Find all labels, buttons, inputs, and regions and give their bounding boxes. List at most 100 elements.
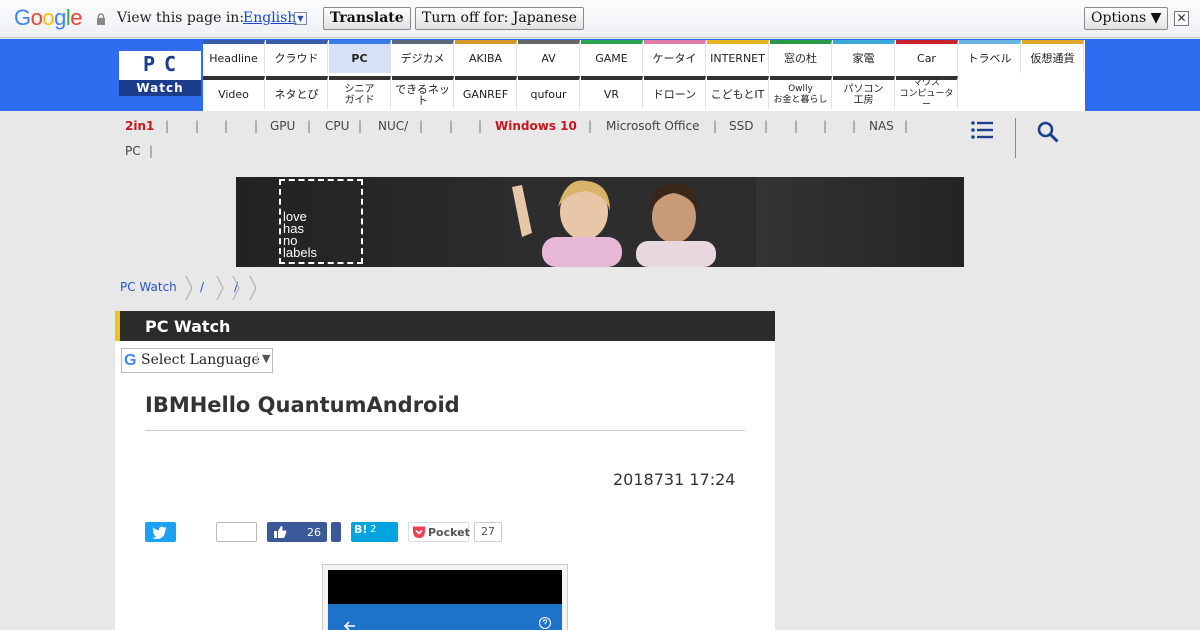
chevron-right-icon [216, 275, 224, 301]
options-button[interactable]: Options ▼ [1084, 7, 1169, 30]
tag-separator: | [165, 119, 170, 133]
view-page-label: View this page in: [117, 10, 245, 26]
site-logo[interactable]: PC Watch [119, 51, 201, 96]
google-logo-letter: o [42, 5, 55, 30]
close-icon[interactable]: ✕ [1174, 11, 1189, 26]
chevron-right-icon [232, 275, 240, 301]
language-link[interactable]: English [243, 10, 296, 26]
nav-item[interactable]: 仮想通貨 [1022, 40, 1084, 73]
nav-item-secondary[interactable]: VR [581, 76, 643, 109]
google-g-icon: G [124, 352, 137, 369]
nav-item-secondary[interactable]: こどもとIT [707, 76, 769, 109]
nav-item-secondary[interactable]: GANREF [455, 76, 517, 109]
twitter-button[interactable] [145, 522, 176, 542]
hatena-count: 2 [370, 524, 377, 535]
tag-separator: | [358, 119, 363, 133]
tag-separator: | [823, 119, 828, 133]
nav-item-secondary[interactable]: マウス コンピューター [896, 76, 958, 110]
tag-separator: | [478, 119, 483, 133]
nav-item[interactable]: 家電 [833, 40, 895, 73]
tag-link[interactable]: 2in1 [125, 119, 154, 133]
facebook-count: 26 [307, 526, 321, 539]
help-icon [538, 616, 552, 630]
nav-item[interactable]: AKIBA [455, 40, 517, 73]
nav-item[interactable]: INTERNET [707, 40, 769, 73]
pocket-count: 27 [474, 522, 502, 542]
header-divider [1015, 118, 1016, 158]
chevron-right-icon [249, 275, 257, 301]
search-icon[interactable] [1037, 121, 1059, 143]
tag-link[interactable]: NUC/ [378, 119, 408, 133]
phone-app-bar [328, 604, 562, 630]
translate-bar: Google View this page in: English ▼ Tran… [0, 0, 1200, 38]
nav-item-secondary[interactable]: Owlly お金と暮らし [770, 76, 832, 109]
nav-item-secondary[interactable]: できるネット [392, 76, 454, 109]
tag-separator: | [904, 119, 909, 133]
facebook-like-button[interactable]: 26 [267, 522, 327, 542]
breadcrumb-item[interactable]: / [200, 280, 204, 294]
nav-item[interactable]: AV [518, 40, 580, 73]
pocket-icon [413, 526, 425, 538]
tag-link[interactable]: Windows 10 [495, 119, 577, 133]
nav-item[interactable]: トラベル [959, 40, 1021, 73]
article-panel: PC Watch G Select Language ▼ IBMHello Qu… [115, 311, 775, 630]
logo-watch-text: Watch [119, 80, 201, 96]
banner-text: love has no labels [283, 210, 317, 259]
facebook-share-button[interactable] [331, 522, 341, 542]
tag-link[interactable]: Microsoft Office [606, 119, 699, 133]
logo-pc-text: PC [142, 52, 186, 76]
back-arrow-icon [343, 621, 355, 630]
nav-item-secondary[interactable]: qufour [518, 76, 580, 109]
chevron-down-icon: ▼ [257, 352, 270, 365]
tag-link[interactable]: GPU [270, 119, 295, 133]
nav-item[interactable]: 窓の杜 [770, 40, 832, 73]
nav-item-secondary[interactable]: シニア ガイド [329, 76, 391, 109]
tag-link[interactable]: NAS [869, 119, 894, 133]
title-divider [145, 430, 745, 431]
tag-separator: | [224, 119, 229, 133]
hatena-label: B! [354, 523, 368, 536]
pocket-button[interactable]: Pocket [408, 522, 470, 542]
nav-item[interactable]: Headline [203, 40, 265, 73]
nav-item-secondary[interactable]: パソコン 工房 [833, 76, 895, 109]
article-title: IBMHello QuantumAndroid [145, 393, 460, 417]
nav-item[interactable]: Car [896, 40, 958, 73]
lock-icon [97, 13, 105, 25]
tag-link[interactable]: SSD [729, 119, 753, 133]
nav-item[interactable]: ケータイ [644, 40, 706, 73]
tag-separator: | [307, 119, 312, 133]
menu-icon[interactable] [971, 121, 993, 139]
google-logo-letter: G [14, 5, 31, 30]
tag-separator: | [254, 119, 259, 133]
tag-separator: | [419, 119, 424, 133]
translate-button[interactable]: Translate [323, 7, 411, 30]
language-dropdown-icon[interactable]: ▼ [294, 12, 307, 25]
article-image[interactable] [322, 564, 568, 630]
google-logo: Google [14, 5, 83, 31]
site-nav: Headline クラウド PC デジカメ AKIBA AV GAME ケータイ INTERNE… [203, 40, 1085, 111]
twitter-icon [152, 526, 167, 539]
nav-item[interactable]: GAME [581, 40, 643, 73]
nav-item[interactable]: PC [329, 40, 391, 73]
pocket-label: Pocket [428, 526, 470, 539]
children-photo [506, 177, 756, 267]
thumbs-up-icon [274, 526, 287, 538]
nav-item[interactable]: クラウド [266, 40, 328, 73]
chevron-right-icon [185, 275, 193, 301]
nav-item[interactable]: デジカメ [392, 40, 454, 73]
tag-separator: | [764, 119, 769, 133]
banner-ad[interactable]: love has no labels [236, 177, 964, 267]
nav-item-secondary[interactable]: Video [203, 76, 265, 109]
nav-item-secondary[interactable]: ドローン [644, 76, 706, 109]
tag-separator: | [195, 119, 200, 133]
language-select[interactable]: G Select Language ▼ [121, 348, 273, 373]
turn-off-button[interactable]: Turn off for: Japanese [415, 7, 584, 30]
breadcrumb-item[interactable]: PC Watch [120, 280, 177, 294]
tag-link[interactable]: CPU [325, 119, 349, 133]
nav-item-secondary[interactable]: ネタとぴ [266, 76, 328, 109]
tag-link[interactable]: PC [125, 144, 141, 158]
hatena-bookmark-button[interactable]: B! 2 [351, 522, 398, 542]
phone-status-bar [328, 570, 562, 604]
tag-separator: | [449, 119, 454, 133]
section-title: PC Watch [145, 317, 231, 336]
